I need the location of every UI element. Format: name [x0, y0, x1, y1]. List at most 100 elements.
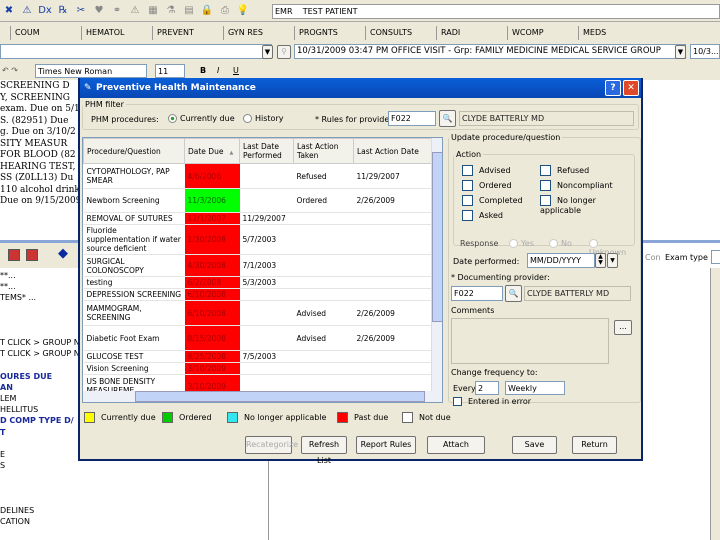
tree-item[interactable]: T CLICK > GROUP N: [0, 337, 78, 348]
bold-button[interactable]: B: [200, 66, 206, 75]
lab-icon[interactable]: ⚗: [164, 4, 178, 18]
checkbox-noncompliant[interactable]: Noncompliant: [540, 180, 613, 191]
comments-more-button[interactable]: ...: [614, 320, 632, 335]
tree-item[interactable]: [0, 438, 78, 449]
chevron-down-icon[interactable]: ▼: [607, 253, 618, 268]
column-header[interactable]: Last Date Performed: [239, 138, 294, 164]
tree-item[interactable]: [0, 304, 78, 315]
doc-search-icon[interactable]: 🔍: [505, 285, 522, 302]
close-icon[interactable]: ✕: [623, 80, 639, 96]
rx-icon[interactable]: ℞: [56, 4, 70, 18]
tree-item[interactable]: T CLICK > GROUP N: [0, 348, 78, 359]
horizontal-scrollbar[interactable]: [83, 391, 442, 402]
tree-item[interactable]: [0, 360, 78, 371]
tree-item[interactable]: **...: [0, 270, 78, 281]
bulb-icon[interactable]: 💡: [236, 4, 250, 18]
period-select[interactable]: Weekly: [505, 381, 565, 395]
table-row[interactable]: Newborn Screening 11/3/2006 Ordered 2/26/20…: [83, 188, 432, 213]
column-header[interactable]: Last Action Date: [353, 138, 432, 164]
table-row[interactable]: MAMMOGRAM, SCREENING 6/10/2008 Advised 2/26…: [83, 300, 432, 326]
italic-button[interactable]: I: [217, 66, 219, 75]
underline-button[interactable]: U: [233, 66, 239, 75]
patient-field[interactable]: EMR TEST PATIENT: [272, 4, 720, 19]
tab-1[interactable]: HEMATOL: [81, 26, 152, 40]
tree-item[interactable]: LEM: [0, 393, 78, 404]
tree-item[interactable]: E: [0, 449, 78, 460]
tree-item[interactable]: DELINES: [0, 505, 78, 516]
tab-6[interactable]: RADI: [436, 26, 507, 40]
notes-icon[interactable]: ▦: [146, 4, 160, 18]
tab-4[interactable]: PROGNTS: [294, 26, 365, 40]
column-header[interactable]: Last Action Taken: [293, 138, 354, 164]
checkbox-no-longer-applicable[interactable]: No longer applicable: [540, 195, 634, 215]
tree-item[interactable]: [0, 483, 78, 494]
tree-item[interactable]: [0, 315, 78, 326]
undo-redo-icon[interactable]: ↶ ↷: [2, 66, 18, 75]
table-row[interactable]: testing 6/2/2008 5/3/2003: [83, 276, 432, 289]
chevron-down-icon[interactable]: ▼: [262, 45, 273, 59]
report-rules-button[interactable]: Report Rules: [356, 436, 416, 454]
save-button[interactable]: Save: [512, 436, 557, 454]
doc-provider-input[interactable]: F022: [451, 286, 503, 301]
tree-item[interactable]: [0, 471, 78, 482]
table-row[interactable]: GLUCOSE TEST 8/25/2008 7/5/2003: [83, 350, 432, 363]
allergy-icon[interactable]: ⚠: [20, 4, 34, 18]
recategorize-button[interactable]: Recategorize: [245, 436, 298, 454]
expand-icon[interactable]: [26, 249, 38, 261]
tree-item[interactable]: TEMS* ...: [0, 292, 78, 303]
dx-icon[interactable]: Dx: [38, 4, 52, 18]
tree-item[interactable]: [0, 494, 78, 505]
column-header[interactable]: Date Due ▲: [184, 138, 240, 164]
delete-icon[interactable]: ✖: [2, 4, 16, 18]
visit-right-field[interactable]: 10/3...: [690, 44, 720, 59]
every-input[interactable]: 2: [475, 381, 499, 395]
date-performed-input[interactable]: MM/DD/YYYY: [527, 253, 595, 268]
chevron-down-icon[interactable]: ▼: [675, 45, 686, 59]
tab-8[interactable]: MEDS: [578, 26, 649, 40]
warning-icon[interactable]: ⚠: [128, 4, 142, 18]
binoculars-icon[interactable]: ⚭: [110, 4, 124, 18]
vertical-scrollbar[interactable]: [431, 138, 442, 391]
tree-item[interactable]: OURES DUE: [0, 371, 78, 382]
radio-currently-due[interactable]: Currently due: [168, 114, 235, 123]
radio-yes[interactable]: Yes: [509, 239, 534, 248]
diamond-icon[interactable]: ◆: [58, 246, 68, 261]
help-icon[interactable]: ?: [605, 80, 621, 96]
font-select[interactable]: Times New Roman: [35, 64, 147, 78]
tab-0[interactable]: COUM: [10, 26, 81, 40]
procedures-table[interactable]: Procedure/Question Date Due ▲ Last Date Per…: [82, 137, 443, 403]
table-row[interactable]: CYTOPATHOLOGY, PAP SMEAR 4/6/2006 Refused 1…: [83, 163, 432, 189]
heart-icon[interactable]: ♥: [92, 4, 106, 18]
tree-list[interactable]: **... **... TEMS* ... T CLICK > GROUP NT CL…: [0, 270, 78, 527]
tab-7[interactable]: WCOMP: [507, 26, 578, 40]
provider-search-icon[interactable]: 🔍: [439, 110, 456, 127]
column-header[interactable]: Procedure/Question: [83, 138, 185, 164]
note-text[interactable]: SCREENING D Y, SCREENING exam. Due on 5/1 S…: [0, 81, 80, 208]
checkbox-refused[interactable]: Refused: [540, 165, 589, 176]
tree-item[interactable]: S: [0, 460, 78, 471]
table-row[interactable]: DEPRESSION SCREENING 6/10/2008: [83, 288, 432, 301]
tree-item[interactable]: CATION: [0, 516, 78, 527]
order-icon[interactable]: ✂: [74, 4, 88, 18]
tab-5[interactable]: CONSULTS: [365, 26, 436, 40]
graph-icon[interactable]: ▤: [182, 4, 196, 18]
table-row[interactable]: Diabetic Foot Exam 8/15/2008 Advised 2/26/2…: [83, 325, 432, 351]
tree-item[interactable]: **...: [0, 281, 78, 292]
tree-item[interactable]: D COMP TYPE D/: [0, 415, 78, 426]
table-row[interactable]: REMOVAL OF SUTURES 12/1/2007 11/29/2007: [83, 212, 432, 225]
exam-type-field[interactable]: [711, 250, 720, 264]
table-row[interactable]: SURGICAL COLONOSCOPY 4/30/2008 7/1/2003: [83, 254, 432, 277]
left-combo[interactable]: [0, 44, 272, 59]
tree-item[interactable]: T: [0, 427, 78, 438]
radio-no[interactable]: No: [549, 239, 572, 248]
lock-icon[interactable]: 🔒: [200, 4, 214, 18]
checkbox-advised[interactable]: Advised: [462, 165, 511, 176]
radio-history[interactable]: History: [243, 114, 283, 123]
checkbox-asked[interactable]: Asked: [462, 210, 503, 221]
return-button[interactable]: Return: [572, 436, 617, 454]
date-spinner-icon[interactable]: ▲ ▼: [595, 253, 606, 268]
print-icon[interactable]: ⎙: [218, 4, 232, 18]
table-row[interactable]: Vision Screening 3/10/2009: [83, 362, 432, 375]
checkbox-ordered[interactable]: Ordered: [462, 180, 512, 191]
collapse-icon[interactable]: [8, 249, 20, 261]
